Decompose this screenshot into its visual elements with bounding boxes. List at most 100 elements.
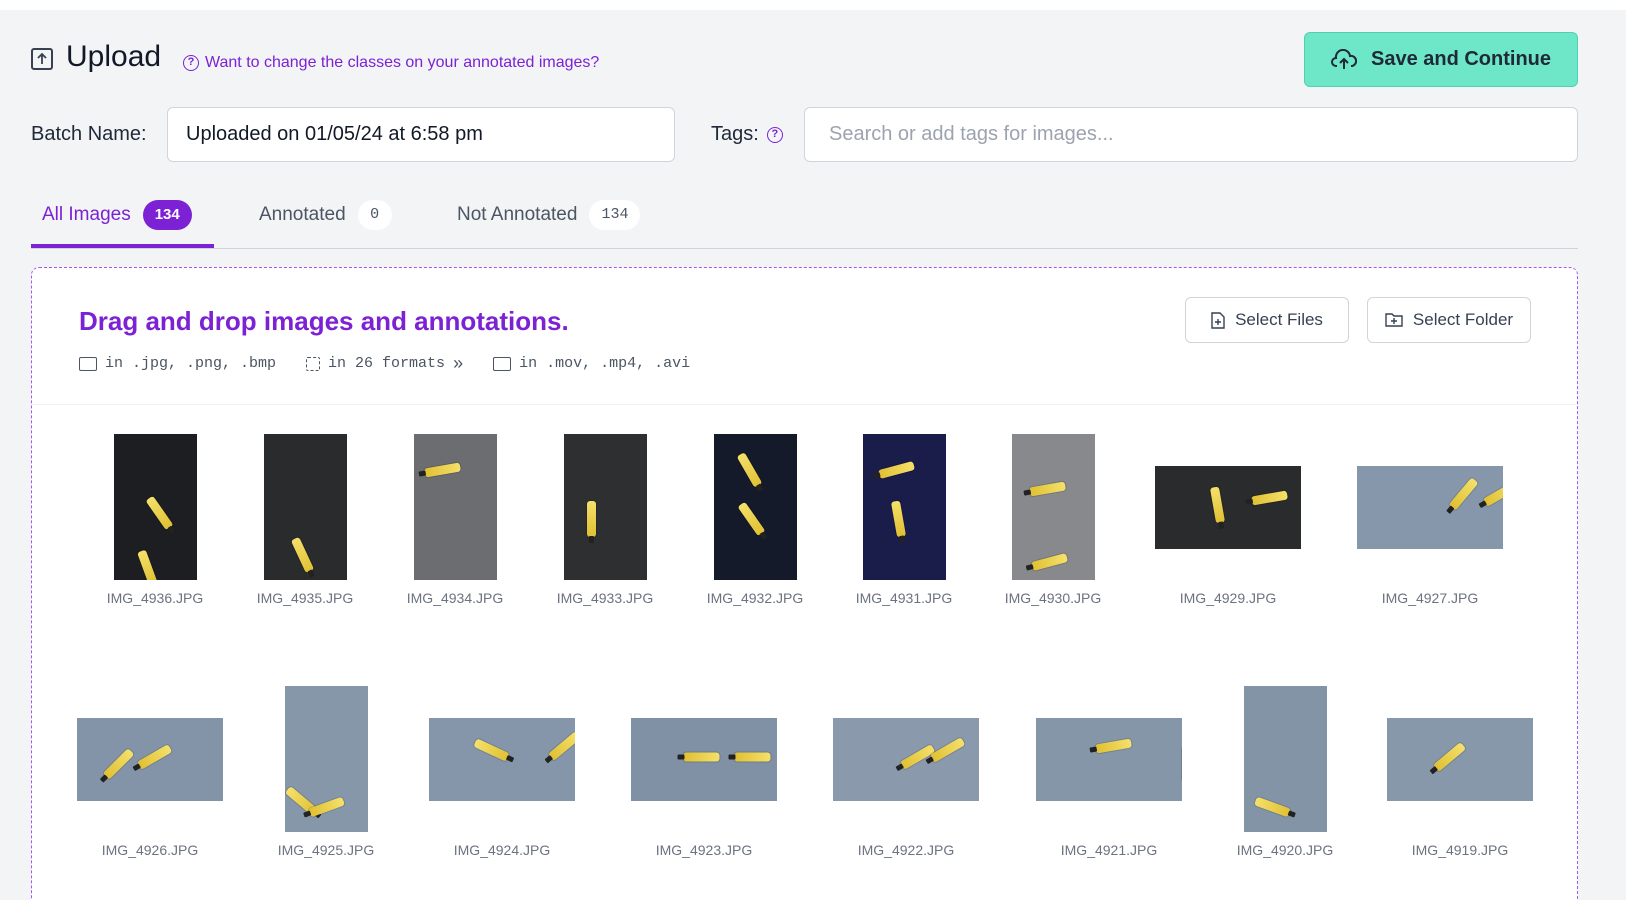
tube-object [1030, 552, 1068, 571]
thumbnail-filename: IMG_4932.JPG [706, 590, 804, 606]
thumbnail-filename: IMG_4923.JPG [655, 842, 753, 858]
tab-annotated-count: 0 [357, 200, 392, 230]
thumbnail-filename: IMG_4919.JPG [1411, 842, 1509, 858]
dropzone-title: Drag and drop images and annotations. [79, 306, 569, 336]
thumbnail-image[interactable] [631, 718, 777, 801]
video-formats: in .mov, .mp4, .avi [519, 355, 691, 372]
thumbnail-image[interactable] [862, 434, 946, 580]
tube-object [1448, 477, 1479, 512]
thumbnail-image[interactable] [1155, 466, 1301, 549]
image-formats: in .jpg, .png, .bmp [105, 355, 277, 372]
tube-object [291, 537, 315, 574]
batch-name-label: Batch Name: [31, 123, 147, 145]
save-button-label: Save and Continue [1370, 48, 1552, 70]
tube-object [734, 752, 771, 762]
tab-all-images-count: 134 [142, 200, 192, 230]
tab-all-images[interactable]: All Images 134 [42, 200, 192, 230]
tube-object [1210, 486, 1226, 524]
thumbnail-filename: IMG_4922.JPG [857, 842, 955, 858]
thumbnail-image[interactable] [77, 718, 223, 801]
dropzone-header: Drag and drop images and annotations. in… [32, 268, 1577, 405]
tube-object [736, 452, 763, 489]
thumbnail-image[interactable] [1036, 718, 1182, 801]
annotation-formats: in 26 formats [328, 355, 446, 372]
cloud-upload-icon [1331, 48, 1357, 69]
thumbnail-filename: IMG_4929.JPG [1179, 590, 1277, 606]
thumbnail-filename: IMG_4920.JPG [1236, 842, 1334, 858]
save-and-continue-button[interactable]: Save and Continue [1304, 32, 1578, 87]
image-icon [79, 356, 97, 371]
tube-object [102, 747, 134, 780]
thumbnail-filename: IMG_4936.JPG [106, 590, 204, 606]
tab-annotated[interactable]: Annotated 0 [259, 200, 392, 230]
tube-object [1482, 481, 1503, 508]
thumbnail-image[interactable] [284, 686, 368, 832]
more-formats-icon[interactable]: » [453, 353, 463, 374]
change-classes-link-label: Want to change the classes on your annot… [205, 54, 600, 71]
tube-object [1094, 738, 1133, 754]
upload-icon [31, 48, 53, 70]
thumbnail-filename: IMG_4930.JPG [1004, 590, 1102, 606]
thumbnail-filename: IMG_4933.JPG [556, 590, 654, 606]
thumbnail-filename: IMG_4921.JPG [1060, 842, 1158, 858]
select-folder-label: Select Folder [1412, 310, 1514, 329]
folder-plus-icon [1385, 313, 1403, 327]
tab-annotated-label: Annotated [259, 204, 346, 225]
change-classes-link[interactable]: ? Want to change the classes on your ann… [183, 54, 599, 72]
select-folder-button[interactable]: Select Folder [1367, 297, 1531, 343]
active-tab-indicator [31, 244, 214, 248]
tags-input[interactable] [804, 107, 1578, 162]
bounding-box-icon [306, 356, 321, 371]
tab-all-images-label: All Images [42, 204, 131, 225]
tube-object [145, 495, 174, 531]
thumbnail-image[interactable] [113, 434, 197, 580]
tube-object [307, 797, 345, 818]
page-title: Upload [66, 40, 162, 73]
video-icon [493, 356, 512, 371]
thumbnail-filename: IMG_4925.JPG [277, 842, 375, 858]
file-plus-icon [1211, 311, 1225, 329]
thumbnail-filename: IMG_4935.JPG [256, 590, 354, 606]
tab-not-annotated-count: 134 [589, 200, 641, 230]
tube-object [877, 461, 915, 480]
batch-name-input[interactable] [167, 107, 675, 162]
thumbnail-image[interactable] [413, 434, 497, 580]
tube-object [1433, 741, 1467, 772]
tabs-divider [31, 248, 1578, 249]
thumbnail-filename: IMG_4934.JPG [406, 590, 504, 606]
tube-object [737, 501, 766, 537]
tube-object [473, 738, 511, 762]
tube-object [890, 500, 907, 538]
tube-object [683, 752, 720, 762]
thumbnail-image[interactable] [833, 718, 979, 801]
tube-object [1254, 797, 1292, 818]
thumbnail-filename: IMG_4931.JPG [855, 590, 953, 606]
help-icon: ? [183, 55, 199, 71]
thumbnail-image[interactable] [1243, 686, 1327, 832]
thumbnail-image[interactable] [263, 434, 347, 580]
tab-not-annotated[interactable]: Not Annotated 134 [457, 200, 641, 230]
supported-formats: in .jpg, .png, .bmp in 26 formats » in .… [79, 353, 690, 374]
tags-help-icon[interactable]: ? [766, 126, 783, 143]
tab-not-annotated-label: Not Annotated [457, 204, 578, 225]
tube-object [136, 743, 173, 770]
tube-object [548, 731, 575, 762]
thumbnail-image[interactable] [429, 718, 575, 801]
thumbnail-filename: IMG_4927.JPG [1381, 590, 1479, 606]
tube-object [1029, 480, 1067, 497]
thumbnail-image[interactable] [1011, 434, 1095, 580]
thumbnail-image[interactable] [713, 434, 797, 580]
thumbnail-image[interactable] [563, 434, 647, 580]
thumbnail-image[interactable] [1387, 718, 1533, 801]
tube-object [136, 549, 158, 580]
thumbnail-filename: IMG_4924.JPG [453, 842, 551, 858]
select-files-label: Select Files [1235, 310, 1323, 329]
thumbnail-filename: IMG_4926.JPG [101, 842, 199, 858]
tube-object [424, 462, 462, 478]
tags-label: Tags: [711, 123, 759, 145]
upload-page: Upload ? Want to change the classes on y… [0, 10, 1626, 900]
tube-object [1250, 490, 1288, 506]
thumbnail-image[interactable] [1357, 466, 1503, 549]
select-files-button[interactable]: Select Files [1185, 297, 1349, 343]
upload-dropzone[interactable]: Drag and drop images and annotations. in… [31, 267, 1578, 900]
